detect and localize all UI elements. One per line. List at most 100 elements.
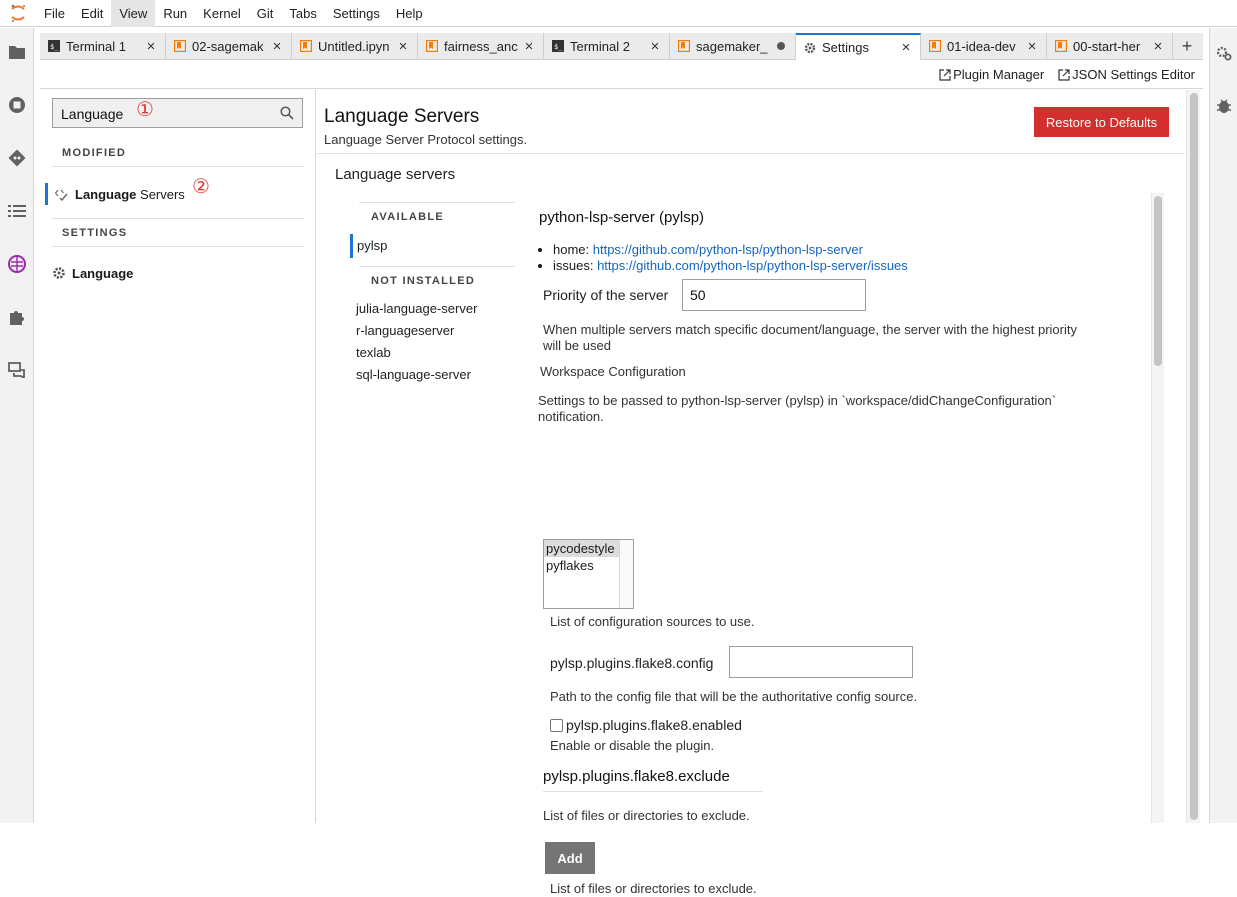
gear-icon — [804, 42, 816, 53]
git-icon[interactable] — [7, 148, 27, 168]
terminal-icon: $_ — [48, 40, 60, 52]
server-detail: python-lsp-server (pylsp) home: https://… — [532, 194, 1167, 896]
menu-view[interactable]: View — [111, 0, 156, 27]
notebook-icon — [300, 40, 312, 52]
chat-icon[interactable] — [7, 360, 27, 380]
gear-icon — [53, 267, 65, 279]
tab-terminal-2[interactable]: $_ Terminal 2 × — [544, 33, 670, 59]
plugin-item-language-servers[interactable]: Language Servers — [45, 182, 304, 206]
running-icon[interactable] — [7, 95, 27, 115]
tab-label: sagemaker_ — [696, 38, 768, 54]
server-item-julia[interactable]: julia-language-server — [356, 298, 515, 320]
close-icon[interactable]: × — [898, 39, 914, 56]
flake8-config-input[interactable] — [729, 646, 913, 678]
tab-00-start-here[interactable]: 00-start-her × — [1047, 33, 1173, 59]
server-item-pylsp[interactable]: pylsp — [350, 234, 515, 258]
settings-editor-panel: Language Servers Language Server Protoco… — [317, 90, 1185, 896]
annotation-marker-1: ① — [136, 99, 154, 121]
menu-tabs[interactable]: Tabs — [281, 0, 324, 27]
json-settings-editor-button[interactable]: JSON Settings Editor — [1058, 67, 1195, 82]
server-list: AVAILABLE pylsp NOT INSTALLED julia-lang… — [350, 202, 515, 386]
restore-to-defaults-button[interactable]: Restore to Defaults — [1034, 107, 1169, 137]
close-icon[interactable]: × — [647, 38, 663, 55]
tab-01-idea-dev[interactable]: 01-idea-dev × — [921, 33, 1047, 59]
add-exclude-button[interactable]: Add — [545, 842, 595, 874]
brain-icon[interactable] — [7, 254, 27, 274]
search-icon[interactable] — [280, 106, 294, 120]
plugin-manager-button[interactable]: Plugin Manager — [939, 67, 1044, 82]
tab-label: 02-sagemak — [192, 38, 264, 54]
menu-help[interactable]: Help — [388, 0, 431, 27]
notebook-icon — [1055, 40, 1067, 52]
flake8-config-description: Path to the config file that will be the… — [550, 689, 918, 704]
left-activity-bar — [0, 28, 34, 823]
issues-link-item: issues: https://github.com/python-lsp/py… — [553, 258, 908, 274]
select-scrollbar[interactable] — [619, 540, 633, 608]
priority-input[interactable] — [682, 279, 866, 311]
priority-description-1: When multiple servers match specific doc… — [543, 322, 1077, 337]
settings-section-header: SETTINGS — [62, 227, 128, 239]
home-link[interactable]: https://github.com/python-lsp/python-lsp… — [593, 242, 863, 257]
flake8-config-label: pylsp.plugins.flake8.config — [550, 655, 714, 671]
menu-file[interactable]: File — [36, 0, 73, 27]
tab-fairness[interactable]: fairness_anc × — [418, 33, 544, 59]
menu-run[interactable]: Run — [155, 0, 195, 27]
settings-scrollbar[interactable] — [1186, 90, 1200, 823]
new-tab-plus-icon[interactable]: + — [1173, 33, 1201, 59]
issues-link[interactable]: https://github.com/python-lsp/python-lsp… — [597, 258, 908, 273]
available-header: AVAILABLE — [359, 202, 515, 230]
document-tab-bar: $_ Terminal 1 × 02-sagemak × Untitled.ip… — [40, 33, 1203, 60]
menu-settings[interactable]: Settings — [325, 0, 388, 27]
flake8-enabled-checkbox[interactable] — [550, 719, 563, 732]
tab-label: fairness_anc — [444, 38, 518, 54]
close-icon[interactable]: × — [1150, 38, 1166, 55]
config-source-option[interactable]: pyflakes — [544, 557, 619, 574]
puzzle-icon[interactable] — [7, 307, 27, 327]
external-link-icon — [939, 68, 951, 81]
unsaved-dot-icon[interactable] — [773, 42, 789, 50]
tab-untitled-ipynb[interactable]: Untitled.ipyn × — [292, 33, 418, 59]
config-sources-select[interactable]: pycodestyle pyflakes — [543, 539, 634, 609]
plugin-manager-label: Plugin Manager — [953, 67, 1045, 82]
flake8-enabled-label: pylsp.plugins.flake8.enabled — [566, 717, 742, 733]
flake8-exclude-description: List of files or directories to exclude. — [543, 808, 750, 823]
server-item-sql[interactable]: sql-language-server — [356, 364, 515, 386]
workspace-config-description-2: notification. — [538, 409, 604, 424]
close-icon[interactable]: × — [395, 38, 411, 55]
close-icon[interactable]: × — [143, 38, 159, 55]
close-icon[interactable]: × — [269, 38, 285, 55]
tab-label: Terminal 2 — [570, 38, 630, 54]
menu-bar: File Edit View Run Kernel Git Tabs Setti… — [0, 0, 1237, 27]
close-icon[interactable]: × — [1024, 38, 1040, 55]
tab-terminal-1[interactable]: $_ Terminal 1 × — [40, 33, 166, 59]
terminal-icon: $_ — [552, 40, 564, 52]
svg-text:$_: $_ — [50, 43, 59, 51]
page-title: Language Servers — [324, 106, 480, 127]
menu-edit[interactable]: Edit — [73, 0, 111, 27]
folder-icon[interactable] — [7, 42, 27, 62]
svg-text:$_: $_ — [554, 43, 563, 51]
scrollbar-thumb[interactable] — [1154, 196, 1162, 366]
notebook-icon — [174, 40, 186, 52]
detail-scrollbar[interactable] — [1151, 193, 1164, 823]
settings-header: Language Servers Language Server Protoco… — [317, 90, 1185, 154]
menu-git[interactable]: Git — [249, 0, 282, 27]
server-item-r[interactable]: r-languageserver — [356, 320, 515, 342]
tab-label: Terminal 1 — [66, 38, 126, 54]
server-links: home: https://github.com/python-lsp/pyth… — [553, 242, 908, 274]
tab-sagemaker[interactable]: sagemaker_ — [670, 33, 796, 59]
table-of-contents-icon[interactable] — [7, 201, 27, 221]
plugin-item-label-match: Language — [75, 186, 137, 202]
settings-search-input[interactable] — [61, 104, 261, 124]
close-icon[interactable]: × — [521, 38, 537, 55]
server-item-texlab[interactable]: texlab — [356, 342, 515, 364]
debugger-bug-icon[interactable] — [1215, 97, 1233, 115]
plugin-item-language[interactable]: Language — [52, 261, 304, 285]
property-inspector-gear-icon[interactable] — [1215, 44, 1233, 62]
tab-label: 01-idea-dev — [947, 38, 1016, 54]
config-source-option[interactable]: pycodestyle — [544, 540, 619, 557]
scrollbar-thumb[interactable] — [1190, 93, 1198, 820]
tab-settings[interactable]: Settings × — [796, 33, 921, 60]
tab-02-sagemak[interactable]: 02-sagemak × — [166, 33, 292, 59]
menu-kernel[interactable]: Kernel — [195, 0, 249, 27]
